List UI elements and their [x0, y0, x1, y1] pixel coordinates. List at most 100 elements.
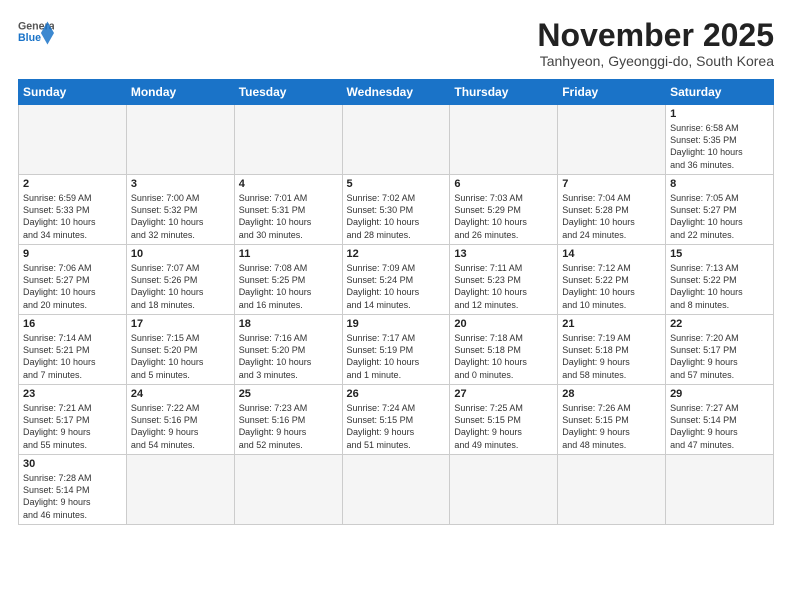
week-row-2: 2 Sunrise: 6:59 AM Sunset: 5:33 PM Daylig…: [19, 175, 774, 245]
day-info: Sunrise: 7:06 AM Sunset: 5:27 PM Dayligh…: [23, 262, 122, 311]
calendar-cell: 26Sunrise: 7:24 AM Sunset: 5:15 PM Dayli…: [342, 385, 450, 455]
day-number: 4: [239, 178, 338, 190]
location-subtitle: Tanhyeon, Gyeonggi-do, South Korea: [537, 53, 774, 69]
day-number: 18: [239, 318, 338, 330]
week-row-3: 9 Sunrise: 7:06 AM Sunset: 5:27 PM Daylig…: [19, 245, 774, 315]
day-number: 2: [23, 178, 122, 190]
calendar-cell: 10 Sunrise: 7:07 AM Sunset: 5:26 PM Dayli…: [126, 245, 234, 315]
day-info: Sunrise: 7:21 AM Sunset: 5:17 PM Dayligh…: [23, 402, 122, 451]
day-info: Sunrise: 7:05 AM Sunset: 5:27 PM Dayligh…: [670, 192, 769, 241]
calendar-cell: 23 Sunrise: 7:21 AM Sunset: 5:17 PM Dayli…: [19, 385, 127, 455]
calendar-cell: 19 Sunrise: 7:17 AM Sunset: 5:19 PM Dayli…: [342, 315, 450, 385]
day-info: Sunrise: 7:11 AM Sunset: 5:23 PM Dayligh…: [454, 262, 553, 311]
day-number: 12: [347, 248, 446, 260]
day-info: Sunrise: 7:18 AM Sunset: 5:18 PM Dayligh…: [454, 332, 553, 381]
calendar-cell: [450, 105, 558, 175]
calendar-cell: 3 Sunrise: 7:00 AM Sunset: 5:32 PM Daylig…: [126, 175, 234, 245]
title-block: November 2025 Tanhyeon, Gyeonggi-do, Sou…: [537, 18, 774, 69]
calendar-cell: 27Sunrise: 7:25 AM Sunset: 5:15 PM Dayli…: [450, 385, 558, 455]
weekday-header-row: SundayMondayTuesdayWednesdayThursdayFrid…: [19, 80, 774, 105]
calendar-cell: 4 Sunrise: 7:01 AM Sunset: 5:31 PM Daylig…: [234, 175, 342, 245]
day-info: Sunrise: 7:17 AM Sunset: 5:19 PM Dayligh…: [347, 332, 446, 381]
calendar-cell: [19, 105, 127, 175]
calendar-cell: 2 Sunrise: 6:59 AM Sunset: 5:33 PM Daylig…: [19, 175, 127, 245]
weekday-header-friday: Friday: [558, 80, 666, 105]
calendar-cell: [234, 105, 342, 175]
calendar-cell: [126, 455, 234, 525]
day-number: 27: [454, 388, 553, 400]
week-row-5: 23 Sunrise: 7:21 AM Sunset: 5:17 PM Dayli…: [19, 385, 774, 455]
calendar-cell: 29 Sunrise: 7:27 AM Sunset: 5:14 PM Dayli…: [666, 385, 774, 455]
day-info: Sunrise: 7:22 AM Sunset: 5:16 PM Dayligh…: [131, 402, 230, 451]
calendar-cell: [558, 105, 666, 175]
day-info: Sunrise: 7:00 AM Sunset: 5:32 PM Dayligh…: [131, 192, 230, 241]
weekday-header-sunday: Sunday: [19, 80, 127, 105]
day-number: 26: [347, 388, 446, 400]
day-number: 28: [562, 388, 661, 400]
calendar-cell: 7 Sunrise: 7:04 AM Sunset: 5:28 PM Daylig…: [558, 175, 666, 245]
calendar-cell: 15 Sunrise: 7:13 AM Sunset: 5:22 PM Dayli…: [666, 245, 774, 315]
day-info: Sunrise: 6:58 AM Sunset: 5:35 PM Dayligh…: [670, 122, 769, 171]
day-number: 7: [562, 178, 661, 190]
day-number: 19: [347, 318, 446, 330]
day-info: Sunrise: 7:03 AM Sunset: 5:29 PM Dayligh…: [454, 192, 553, 241]
calendar-cell: 5Sunrise: 7:02 AM Sunset: 5:30 PM Daylig…: [342, 175, 450, 245]
calendar-cell: 14 Sunrise: 7:12 AM Sunset: 5:22 PM Dayli…: [558, 245, 666, 315]
day-number: 23: [23, 388, 122, 400]
week-row-1: 1 Sunrise: 6:58 AM Sunset: 5:35 PM Daylig…: [19, 105, 774, 175]
day-info: Sunrise: 7:12 AM Sunset: 5:22 PM Dayligh…: [562, 262, 661, 311]
day-number: 30: [23, 458, 122, 470]
day-info: Sunrise: 7:13 AM Sunset: 5:22 PM Dayligh…: [670, 262, 769, 311]
day-number: 14: [562, 248, 661, 260]
day-number: 29: [670, 388, 769, 400]
day-info: Sunrise: 7:08 AM Sunset: 5:25 PM Dayligh…: [239, 262, 338, 311]
calendar-cell: [126, 105, 234, 175]
calendar-cell: 25Sunrise: 7:23 AM Sunset: 5:16 PM Dayli…: [234, 385, 342, 455]
day-info: Sunrise: 7:20 AM Sunset: 5:17 PM Dayligh…: [670, 332, 769, 381]
day-number: 3: [131, 178, 230, 190]
day-number: 1: [670, 108, 769, 120]
day-number: 16: [23, 318, 122, 330]
weekday-header-tuesday: Tuesday: [234, 80, 342, 105]
calendar-cell: 22Sunrise: 7:20 AM Sunset: 5:17 PM Dayli…: [666, 315, 774, 385]
calendar-cell: 9 Sunrise: 7:06 AM Sunset: 5:27 PM Daylig…: [19, 245, 127, 315]
weekday-header-thursday: Thursday: [450, 80, 558, 105]
day-number: 15: [670, 248, 769, 260]
calendar-cell: 28Sunrise: 7:26 AM Sunset: 5:15 PM Dayli…: [558, 385, 666, 455]
day-info: Sunrise: 6:59 AM Sunset: 5:33 PM Dayligh…: [23, 192, 122, 241]
day-number: 9: [23, 248, 122, 260]
day-number: 17: [131, 318, 230, 330]
logo: General Blue: [18, 18, 54, 48]
day-info: Sunrise: 7:28 AM Sunset: 5:14 PM Dayligh…: [23, 472, 122, 521]
weekday-header-saturday: Saturday: [666, 80, 774, 105]
calendar-cell: 20 Sunrise: 7:18 AM Sunset: 5:18 PM Dayli…: [450, 315, 558, 385]
calendar-cell: 30 Sunrise: 7:28 AM Sunset: 5:14 PM Dayli…: [19, 455, 127, 525]
header: General Blue November 2025 Tanhyeon, Gye…: [18, 18, 774, 69]
week-row-6: 30 Sunrise: 7:28 AM Sunset: 5:14 PM Dayli…: [19, 455, 774, 525]
generalblue-logo-icon: General Blue: [18, 18, 54, 48]
day-info: Sunrise: 7:27 AM Sunset: 5:14 PM Dayligh…: [670, 402, 769, 451]
day-number: 20: [454, 318, 553, 330]
day-number: 5: [347, 178, 446, 190]
day-info: Sunrise: 7:04 AM Sunset: 5:28 PM Dayligh…: [562, 192, 661, 241]
day-info: Sunrise: 7:01 AM Sunset: 5:31 PM Dayligh…: [239, 192, 338, 241]
month-title: November 2025: [537, 18, 774, 53]
calendar-cell: 21Sunrise: 7:19 AM Sunset: 5:18 PM Dayli…: [558, 315, 666, 385]
day-number: 10: [131, 248, 230, 260]
day-info: Sunrise: 7:16 AM Sunset: 5:20 PM Dayligh…: [239, 332, 338, 381]
page: General Blue November 2025 Tanhyeon, Gye…: [0, 0, 792, 612]
calendar-cell: 13Sunrise: 7:11 AM Sunset: 5:23 PM Dayli…: [450, 245, 558, 315]
calendar-cell: [666, 455, 774, 525]
calendar-table: SundayMondayTuesdayWednesdayThursdayFrid…: [18, 79, 774, 525]
day-info: Sunrise: 7:09 AM Sunset: 5:24 PM Dayligh…: [347, 262, 446, 311]
day-number: 8: [670, 178, 769, 190]
calendar-cell: 8 Sunrise: 7:05 AM Sunset: 5:27 PM Daylig…: [666, 175, 774, 245]
calendar-cell: 11 Sunrise: 7:08 AM Sunset: 5:25 PM Dayli…: [234, 245, 342, 315]
day-number: 21: [562, 318, 661, 330]
calendar-cell: [342, 105, 450, 175]
day-number: 11: [239, 248, 338, 260]
calendar-cell: 12 Sunrise: 7:09 AM Sunset: 5:24 PM Dayli…: [342, 245, 450, 315]
day-info: Sunrise: 7:07 AM Sunset: 5:26 PM Dayligh…: [131, 262, 230, 311]
calendar-cell: 1 Sunrise: 6:58 AM Sunset: 5:35 PM Daylig…: [666, 105, 774, 175]
calendar-cell: [342, 455, 450, 525]
